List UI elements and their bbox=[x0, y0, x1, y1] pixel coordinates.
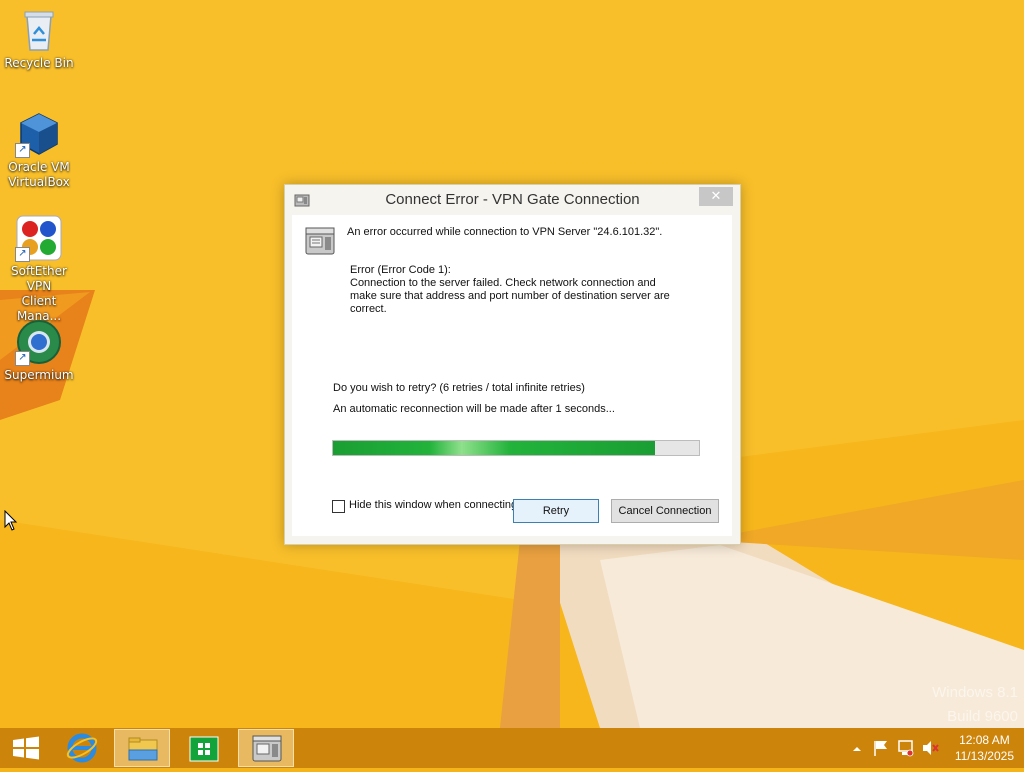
error-detail-line: Connection to the server failed. Check n… bbox=[350, 277, 656, 289]
shortcut-arrow-icon: ↗ bbox=[15, 143, 30, 158]
vpn-server-icon bbox=[252, 735, 282, 762]
retry-question: Do you wish to retry? (6 retries / total… bbox=[333, 382, 585, 394]
mouse-cursor-icon bbox=[4, 510, 18, 531]
hide-window-checkbox[interactable] bbox=[332, 500, 345, 513]
desktop-icon-label: Oracle VM bbox=[8, 160, 70, 174]
desktop-icon-label: Recycle Bin bbox=[4, 56, 74, 70]
dialog-client-area: An error occurred while connection to VP… bbox=[292, 215, 732, 536]
store-icon bbox=[189, 736, 219, 762]
shortcut-arrow-icon: ↗ bbox=[15, 247, 30, 262]
cancel-connection-button[interactable]: Cancel Connection bbox=[611, 499, 719, 523]
supermium-browser-icon: ↗ bbox=[15, 318, 63, 366]
auto-reconnect-text: An automatic reconnection will be made a… bbox=[333, 403, 615, 415]
taskbar: 12:08 AM 11/13/2025 bbox=[0, 728, 1024, 768]
error-code: Error (Error Code 1): bbox=[350, 264, 451, 276]
recycle-bin-icon bbox=[15, 6, 63, 54]
start-button[interactable] bbox=[0, 729, 56, 767]
watermark-line: Windows 8.1 bbox=[932, 684, 1018, 701]
vpn-server-icon bbox=[305, 227, 335, 255]
dialog-title: Connect Error - VPN Gate Connection bbox=[385, 191, 640, 208]
clock-time: 12:08 AM bbox=[959, 733, 1010, 747]
windows-build-watermark: Build 9600 bbox=[947, 708, 1018, 725]
close-button[interactable]: ✕ bbox=[699, 187, 733, 206]
desktop-icon-softether[interactable]: ↗ SoftEther VPN Client Mana... bbox=[0, 214, 78, 324]
taskbar-internet-explorer[interactable] bbox=[54, 729, 110, 767]
progress-fill bbox=[333, 441, 656, 455]
volume-muted-icon[interactable] bbox=[920, 728, 940, 768]
windows-logo-icon bbox=[13, 736, 39, 760]
network-icon[interactable] bbox=[896, 728, 916, 768]
connect-error-dialog: Connect Error - VPN Gate Connection ✕ An… bbox=[284, 184, 741, 545]
dialog-titlebar[interactable]: Connect Error - VPN Gate Connection ✕ bbox=[285, 185, 740, 215]
folder-icon bbox=[128, 737, 158, 761]
desktop-icon-recycle-bin[interactable]: Recycle Bin bbox=[0, 6, 78, 71]
windows-version-watermark: Windows 8.1 bbox=[932, 684, 1018, 701]
taskbar-windows-store[interactable] bbox=[176, 729, 232, 767]
taskbar-clock[interactable]: 12:08 AM 11/13/2025 bbox=[955, 732, 1014, 764]
desktop-icon-virtualbox[interactable]: ↗ Oracle VM VirtualBox bbox=[0, 110, 78, 190]
shortcut-arrow-icon: ↗ bbox=[15, 351, 30, 366]
action-center-flag-icon[interactable] bbox=[872, 728, 890, 768]
desktop-icon-label: SoftEther VPN bbox=[11, 264, 67, 293]
virtualbox-icon: ↗ bbox=[15, 110, 63, 158]
desktop-icon-supermium[interactable]: ↗ Supermium bbox=[0, 318, 78, 383]
taskbar-vpn-client[interactable] bbox=[238, 729, 294, 767]
watermark-line: Build 9600 bbox=[947, 708, 1018, 725]
desktop-icon-label: VirtualBox bbox=[8, 175, 70, 189]
show-hidden-icons-chevron[interactable] bbox=[850, 728, 864, 768]
internet-explorer-icon bbox=[66, 733, 98, 763]
desktop-icon-label: Supermium bbox=[4, 368, 74, 382]
error-detail-line: make sure that address and port number o… bbox=[350, 290, 670, 302]
reconnect-progress-bar bbox=[332, 440, 700, 456]
taskbar-file-explorer[interactable] bbox=[114, 729, 170, 767]
error-message: An error occurred while connection to VP… bbox=[347, 226, 663, 238]
error-detail-line: correct. bbox=[350, 303, 387, 315]
clock-date: 11/13/2025 bbox=[954, 749, 1014, 763]
softether-vpn-icon: ↗ bbox=[15, 214, 63, 262]
retry-button[interactable]: Retry bbox=[513, 499, 599, 523]
